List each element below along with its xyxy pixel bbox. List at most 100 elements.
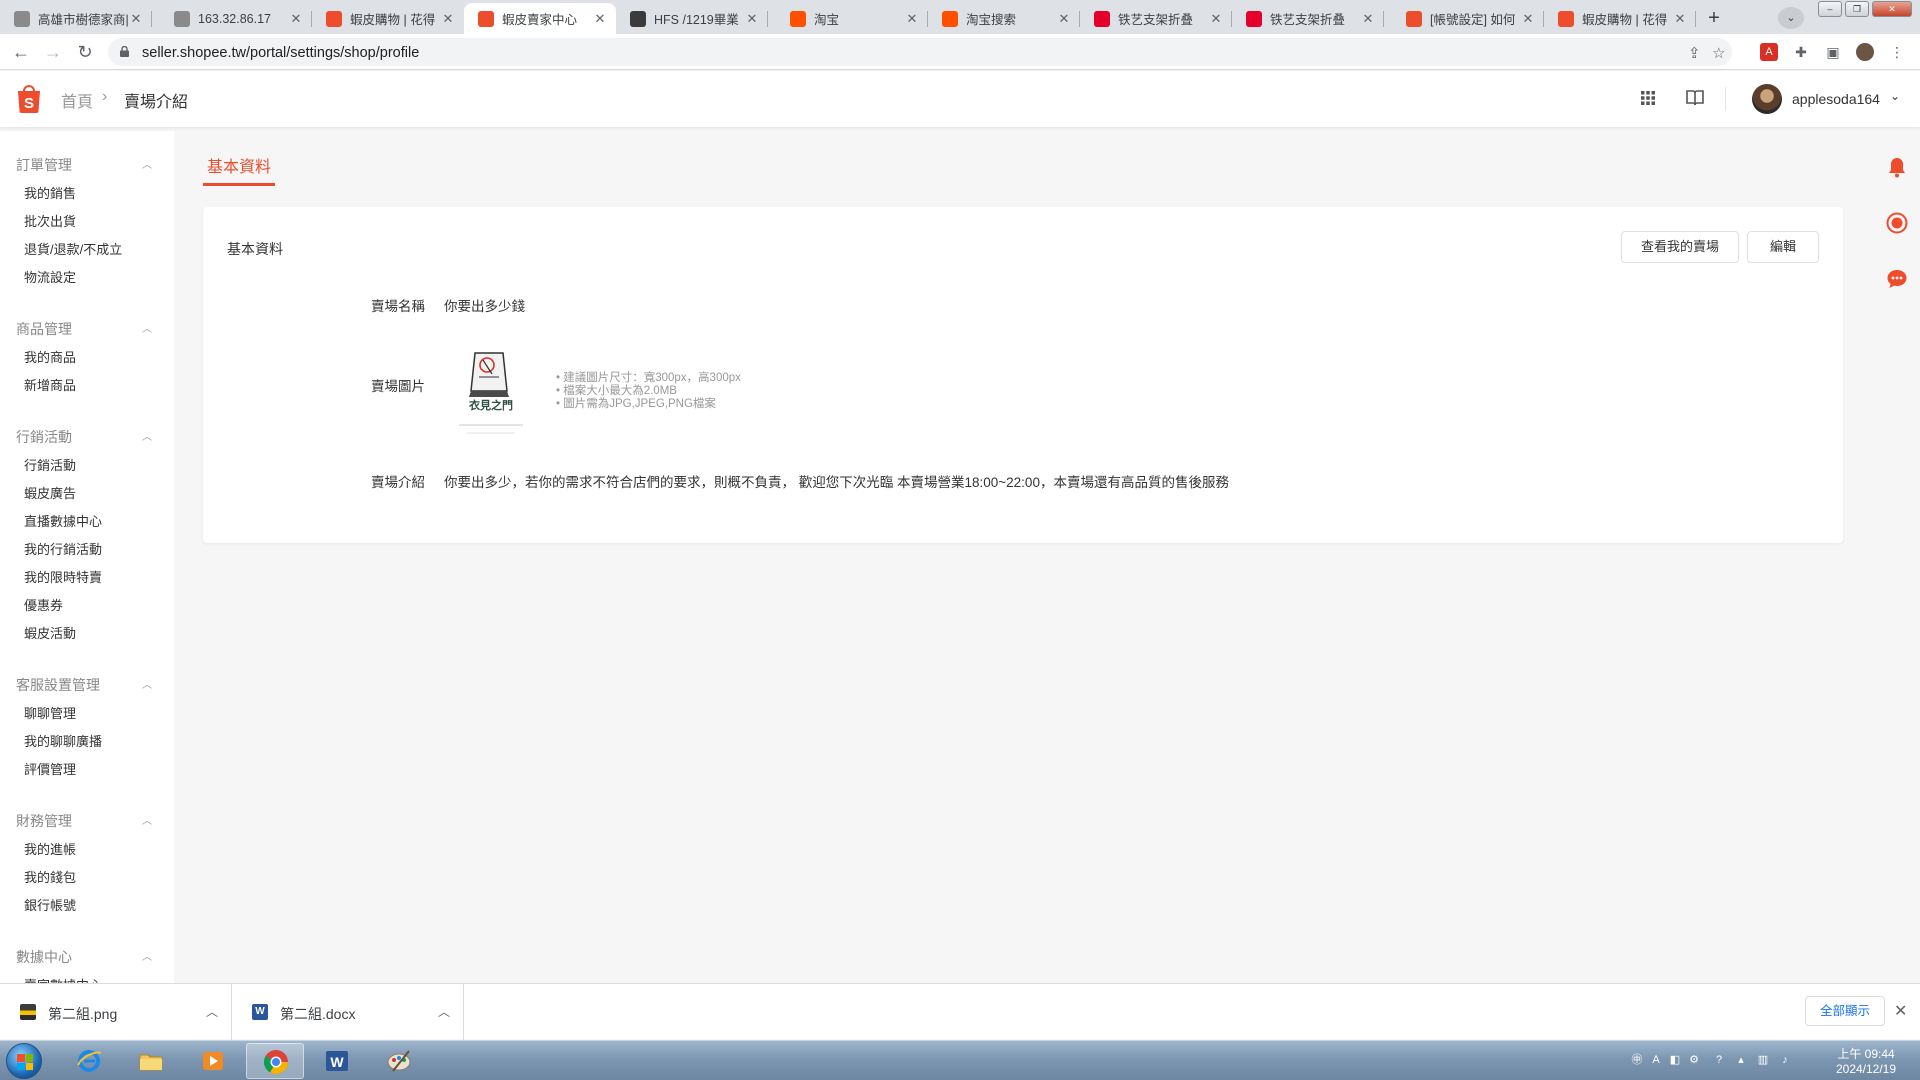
sidebar-item[interactable]: 我的商品 — [24, 347, 76, 366]
sidebar-item[interactable]: 蝦皮廣告 — [24, 483, 76, 502]
taskbar-ie[interactable] — [60, 1043, 118, 1079]
close-window-button[interactable]: ✕ — [1872, 1, 1912, 17]
profile-avatar-icon[interactable] — [1856, 43, 1874, 61]
sidebar-item[interactable]: 退貨/退款/不成立 — [24, 239, 122, 258]
sidebar-item[interactable]: 蝦皮活動 — [24, 623, 76, 642]
taskbar-word[interactable]: W — [308, 1043, 366, 1079]
download-item[interactable]: W 第二組.docx ︿ — [232, 984, 464, 1040]
browser-tab[interactable]: 铁艺支架折叠 ✕ — [1080, 3, 1232, 34]
chevron-up-icon[interactable]: ︿ — [142, 156, 152, 171]
book-icon[interactable] — [1683, 86, 1707, 110]
bookmark-star-icon[interactable]: ☆ — [1712, 44, 1725, 62]
close-icon[interactable]: ✕ — [592, 11, 608, 27]
browser-tab[interactable]: 淘宝搜索 ✕ — [928, 3, 1080, 34]
clock-time[interactable]: 上午 09:44 — [1836, 1045, 1896, 1062]
volume-icon[interactable]: ♪ — [1778, 1053, 1792, 1067]
chat-bubble-icon[interactable] — [1886, 268, 1908, 290]
sidebar-item[interactable]: 直播數據中心 — [24, 511, 102, 530]
sidebar-item[interactable]: 我的行銷活動 — [24, 539, 102, 558]
shopee-logo-icon[interactable]: S — [16, 83, 42, 113]
browser-tab[interactable]: HFS /1219畢業 ✕ — [616, 3, 768, 34]
browser-tab[interactable]: 铁艺支架折叠 ✕ — [1232, 3, 1384, 34]
taskbar-chrome[interactable] — [246, 1043, 304, 1079]
bell-icon[interactable] — [1886, 156, 1908, 178]
sidebar-item[interactable]: 我的進帳 — [24, 839, 76, 858]
sidebar-item[interactable]: 銀行帳號 — [24, 895, 76, 914]
share-icon[interactable]: ⇪ — [1688, 44, 1701, 62]
sidebar-group-title[interactable]: 訂單管理 — [16, 155, 72, 175]
user-avatar[interactable] — [1752, 84, 1782, 114]
menu-kebab-icon[interactable]: ⋮ — [1888, 43, 1906, 61]
close-icon[interactable]: ✕ — [128, 11, 144, 27]
sidebar-item[interactable]: 聊聊管理 — [24, 703, 76, 722]
sidebar-item[interactable]: 我的聊聊廣播 — [24, 731, 102, 750]
help-icon[interactable]: ? — [1712, 1053, 1726, 1067]
chevron-up-icon[interactable]: ︿ — [142, 948, 152, 963]
new-tab-button[interactable]: + — [1700, 5, 1728, 31]
sidebar-item[interactable]: 我的銷售 — [24, 183, 76, 202]
sidebar-item[interactable]: 我的錢包 — [24, 867, 76, 886]
close-icon[interactable]: ✕ — [440, 11, 456, 27]
close-icon[interactable]: ✕ — [288, 11, 304, 27]
side-panel-icon[interactable]: ▣ — [1824, 43, 1842, 61]
close-icon[interactable]: ✕ — [1208, 11, 1224, 27]
browser-tab[interactable]: 蝦皮賣家中心 ✕ — [464, 3, 616, 34]
address-bar[interactable]: seller.shopee.tw/portal/settings/shop/pr… — [108, 38, 1732, 66]
chevron-up-icon[interactable]: ︿ — [142, 320, 152, 335]
close-icon[interactable]: ✕ — [744, 11, 760, 27]
sidebar-group-title[interactable]: 客服設置管理 — [16, 675, 100, 695]
close-icon[interactable]: ✕ — [1894, 1001, 1907, 1021]
sidebar-item[interactable]: 新增商品 — [24, 375, 76, 394]
chevron-up-icon[interactable]: ︿ — [142, 428, 152, 443]
taskbar-media[interactable] — [184, 1043, 242, 1079]
sidebar-item[interactable]: 優惠券 — [24, 595, 63, 614]
browser-tab[interactable]: 淘宝 ✕ — [776, 3, 928, 34]
ime-mode-icon[interactable]: A — [1649, 1053, 1663, 1067]
sidebar-group-title[interactable]: 商品管理 — [16, 319, 72, 339]
sidebar-group-title[interactable]: 行銷活動 — [16, 427, 72, 447]
ime-width-icon[interactable]: ◧ — [1668, 1053, 1682, 1067]
extensions-puzzle-icon[interactable]: ✚ — [1792, 43, 1810, 61]
chevron-up-icon[interactable]: ︿ — [142, 812, 152, 827]
start-button[interactable] — [6, 1043, 42, 1079]
browser-tab[interactable]: 163.32.86.17 ✕ — [160, 3, 312, 34]
sidebar-group-title[interactable]: 財務管理 — [16, 811, 72, 831]
forward-icon[interactable]: → — [43, 42, 63, 62]
taskbar-explorer[interactable] — [122, 1043, 180, 1079]
sidebar-item[interactable]: 物流設定 — [24, 267, 76, 286]
close-icon[interactable]: ✕ — [1672, 11, 1688, 27]
pdf-extension-icon[interactable]: A — [1760, 43, 1778, 61]
taskbar-paint[interactable] — [370, 1043, 428, 1079]
ime-icon[interactable]: ㊥ — [1630, 1053, 1644, 1067]
chevron-up-icon[interactable]: ︿ — [142, 676, 152, 691]
browser-tab[interactable]: 高雄市樹德家商| ✕ — [0, 3, 152, 34]
close-icon[interactable]: ✕ — [1520, 11, 1536, 27]
reload-icon[interactable]: ↻ — [75, 42, 95, 62]
close-icon[interactable]: ✕ — [904, 11, 920, 27]
network-icon[interactable]: ▥ — [1756, 1053, 1770, 1067]
chevron-up-icon[interactable]: ︿ — [206, 1003, 218, 1020]
clock-date[interactable]: 2024/12/19 — [1830, 1062, 1902, 1076]
tab-basic-info[interactable]: 基本資料 — [207, 153, 271, 177]
close-icon[interactable]: ✕ — [1056, 11, 1072, 27]
browser-tab[interactable]: 蝦皮購物 | 花得 ✕ — [1544, 3, 1696, 34]
minimize-button[interactable]: – — [1818, 1, 1842, 17]
ime-settings-icon[interactable]: ⚙ — [1687, 1053, 1701, 1067]
sidebar-item[interactable]: 賣家數據中心 — [24, 975, 102, 983]
view-my-shop-button[interactable]: 查看我的賣場 — [1621, 231, 1739, 263]
chevron-down-icon[interactable]: ⌄ — [1890, 89, 1900, 103]
edit-button[interactable]: 編輯 — [1747, 231, 1819, 263]
tray-expand-icon[interactable]: ▴ — [1734, 1053, 1748, 1067]
browser-tab[interactable]: [帳號設定] 如何 ✕ — [1392, 3, 1544, 34]
app-grid-icon[interactable] — [1636, 86, 1660, 110]
download-item[interactable]: 第二組.png ︿ — [0, 984, 232, 1040]
back-icon[interactable]: ← — [11, 42, 31, 62]
sidebar-group-title[interactable]: 數據中心 — [16, 947, 72, 967]
sidebar-item[interactable]: 我的限時特賣 — [24, 567, 102, 586]
username[interactable]: applesoda164 — [1792, 91, 1880, 107]
browser-tab[interactable]: 蝦皮購物 | 花得 ✕ — [312, 3, 464, 34]
breadcrumb-home[interactable]: 首頁 — [61, 88, 93, 112]
show-all-downloads-button[interactable]: 全部顯示 — [1805, 996, 1885, 1026]
sidebar-item[interactable]: 批次出貨 — [24, 211, 76, 230]
support-headset-icon[interactable] — [1886, 212, 1908, 234]
